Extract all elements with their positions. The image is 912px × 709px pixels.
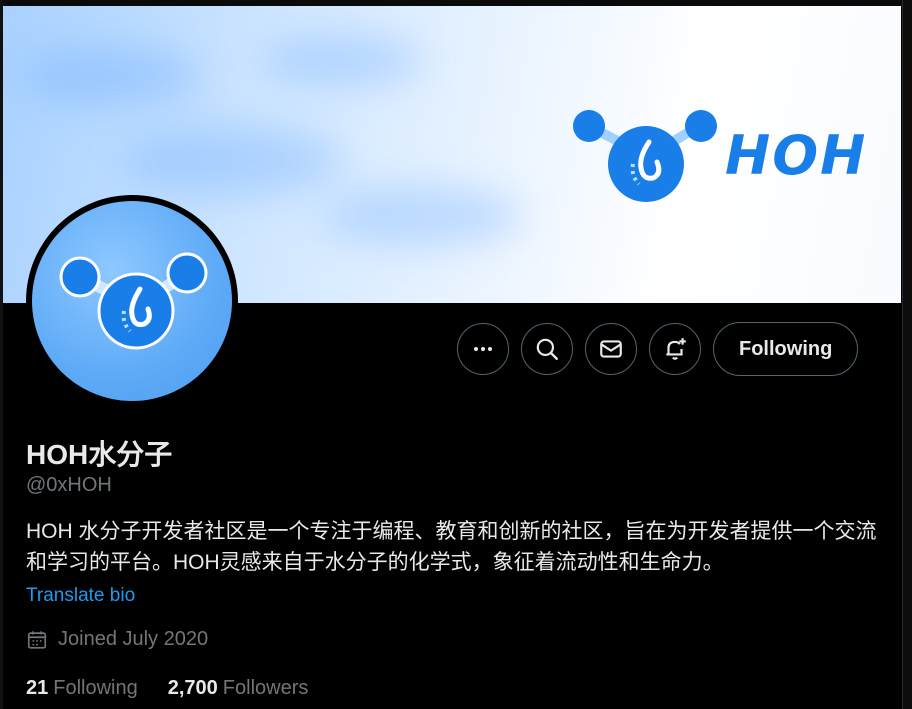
banner-ripple xyxy=(323,186,523,246)
banner-ripple xyxy=(23,46,203,106)
profile-actions: Following xyxy=(457,322,859,376)
followers-count: 2,700 xyxy=(167,677,218,699)
banner-brand-text: HOH xyxy=(725,124,868,187)
followers-label: Followers xyxy=(222,677,309,699)
following-stat-link[interactable]: 21 Following xyxy=(26,677,138,700)
calendar-icon xyxy=(27,630,47,649)
following-button[interactable]: Following xyxy=(713,322,859,376)
search-icon xyxy=(536,338,558,360)
display-name: HOH水分子 xyxy=(26,439,173,470)
banner-ripple xyxy=(123,126,343,196)
following-count: 21 xyxy=(26,677,49,699)
banner-ripple xyxy=(263,36,423,86)
avatar-image xyxy=(32,201,232,401)
hoh-molecule-logo xyxy=(573,110,717,202)
join-date-text: Joined July 2020 xyxy=(58,628,209,650)
join-date: Joined July 2020 xyxy=(26,628,208,651)
bell-plus-icon xyxy=(666,338,686,360)
bio-text: HOH 水分子开发者社区是一个专注于编程、教育和创新的社区，旨在为开发者提供一个… xyxy=(26,520,877,574)
mail-icon xyxy=(600,340,622,358)
translate-bio-link[interactable]: Translate bio xyxy=(26,585,135,607)
following-label: Following xyxy=(53,677,138,699)
more-button[interactable] xyxy=(457,323,509,375)
avatar[interactable] xyxy=(26,195,238,407)
avatar-molecule-logo xyxy=(59,252,208,350)
follow-stats: 21 Following 2,700 Followers xyxy=(26,677,308,700)
scrollbar[interactable] xyxy=(902,0,912,709)
more-icon xyxy=(474,347,492,351)
user-handle: @0xHOH xyxy=(26,474,112,496)
search-button[interactable] xyxy=(521,323,573,375)
message-button[interactable] xyxy=(585,323,637,375)
followers-stat-link[interactable]: 2,700 Followers xyxy=(168,677,309,700)
notifications-button[interactable] xyxy=(649,323,701,375)
